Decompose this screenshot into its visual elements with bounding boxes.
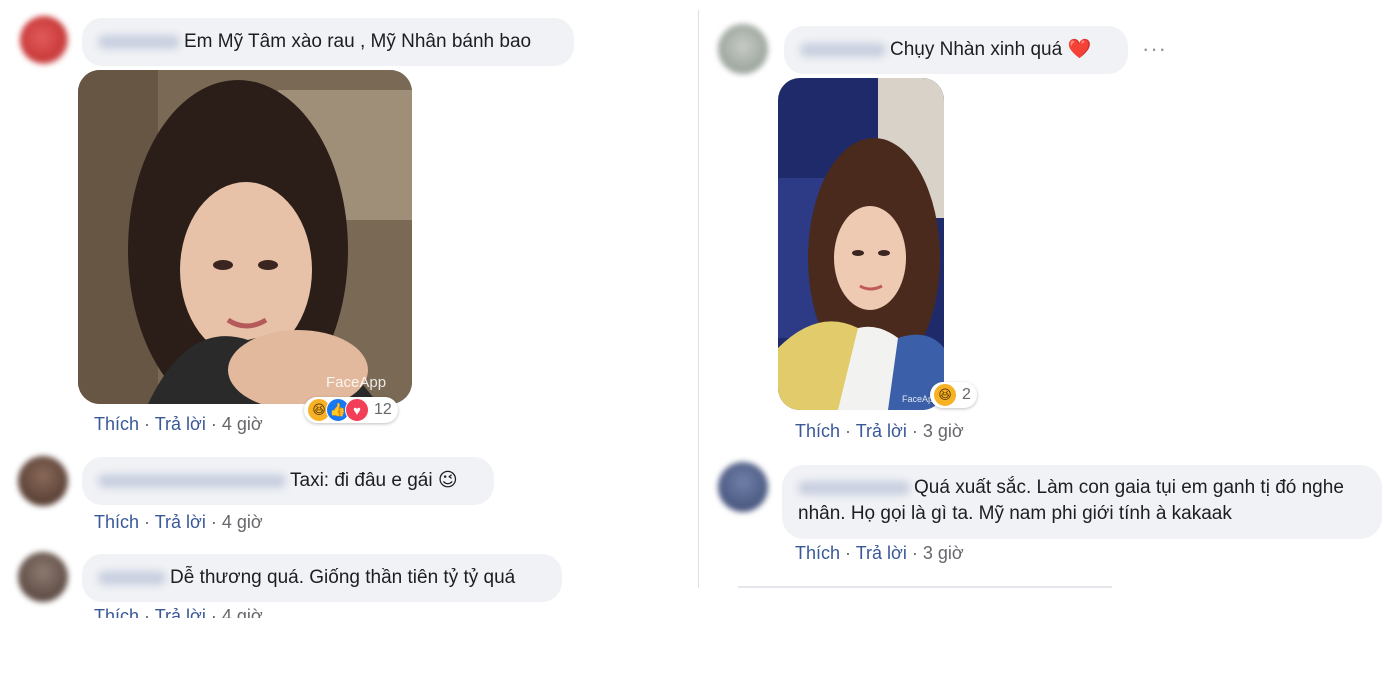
- avatar[interactable]: [18, 456, 68, 506]
- comment-text: Dễ thương quá. Giống thần tiên tỷ tỷ quá: [170, 567, 516, 588]
- more-options-button[interactable]: ···: [1142, 36, 1167, 62]
- comment-text-line1: Quá xuất sắc. Làm con gaia tụi em ganh t…: [914, 477, 1344, 498]
- like-link[interactable]: Thích: [94, 512, 139, 532]
- haha-icon: 😆: [933, 383, 957, 407]
- comment-bubble: Quá xuất sắc. Làm con gaia tụi em ganh t…: [782, 465, 1382, 539]
- reaction-count: 2: [962, 386, 971, 403]
- comment-photo[interactable]: FaceApp: [78, 70, 412, 404]
- comment-text: Taxi: đi đâu e gái 😉: [290, 470, 458, 491]
- like-link[interactable]: Thích: [795, 543, 840, 563]
- comment-actions: Thích · Trả lời · 4 giờ: [94, 512, 263, 532]
- portrait-image: [78, 70, 412, 404]
- commenter-name[interactable]: [798, 480, 910, 495]
- avatar[interactable]: [20, 16, 68, 64]
- commenter-name[interactable]: [98, 34, 180, 49]
- column-divider: [698, 10, 699, 588]
- portrait-image: [778, 78, 944, 410]
- comment-actions: Thích · Trả lời · 3 giờ: [795, 543, 964, 563]
- commenter-name[interactable]: [98, 473, 286, 488]
- reply-link[interactable]: Trả lời: [856, 543, 907, 563]
- comment-actions: Thích · Trả lời · 4 giờ: [94, 606, 263, 618]
- comment-actions: Thích · Trả lời · 3 giờ: [795, 421, 964, 441]
- next-comment-edge: [738, 586, 1112, 588]
- reply-link[interactable]: Trả lời: [155, 414, 206, 434]
- avatar[interactable]: [718, 24, 768, 74]
- like-link[interactable]: Thích: [94, 606, 139, 618]
- commenter-name[interactable]: [800, 42, 886, 57]
- avatar[interactable]: [718, 462, 768, 512]
- love-icon: ♥: [345, 398, 369, 422]
- timestamp[interactable]: 4 giờ: [222, 512, 263, 532]
- reaction-count: 12: [374, 401, 392, 418]
- like-link[interactable]: Thích: [795, 421, 840, 441]
- comment-bubble: Em Mỹ Tâm xào rau , Mỹ Nhân bánh bao: [82, 18, 574, 66]
- comment-bubble: Taxi: đi đâu e gái 😉: [82, 457, 494, 505]
- comment-bubble: Dễ thương quá. Giống thần tiên tỷ tỷ quá: [82, 554, 562, 602]
- comment-text-line2: nhân. Họ gọi là gì ta. Mỹ nam phi giới t…: [798, 503, 1232, 524]
- comment-text: Chụy Nhàn xinh quá ❤️: [890, 39, 1092, 60]
- timestamp[interactable]: 3 giờ: [923, 421, 964, 441]
- comment-photo[interactable]: FaceApp: [778, 78, 944, 410]
- timestamp[interactable]: 3 giờ: [923, 543, 964, 563]
- reply-link[interactable]: Trả lời: [155, 512, 206, 532]
- like-link[interactable]: Thích: [94, 414, 139, 434]
- timestamp[interactable]: 4 giờ: [222, 606, 263, 618]
- reply-link[interactable]: Trả lời: [856, 421, 907, 441]
- reaction-summary[interactable]: 😆 2: [930, 382, 977, 408]
- commenter-name[interactable]: [98, 570, 166, 585]
- reaction-summary[interactable]: 😆 👍 ♥ 12: [304, 397, 398, 423]
- comment-bubble: Chụy Nhàn xinh quá ❤️: [784, 26, 1128, 74]
- timestamp[interactable]: 4 giờ: [222, 414, 263, 434]
- avatar[interactable]: [18, 552, 68, 602]
- reply-link[interactable]: Trả lời: [155, 606, 206, 618]
- comment-text: Em Mỹ Tâm xào rau , Mỹ Nhân bánh bao: [184, 31, 532, 52]
- watermark-text: FaceApp: [326, 374, 387, 391]
- comment-actions: Thích · Trả lời · 4 giờ: [94, 414, 263, 434]
